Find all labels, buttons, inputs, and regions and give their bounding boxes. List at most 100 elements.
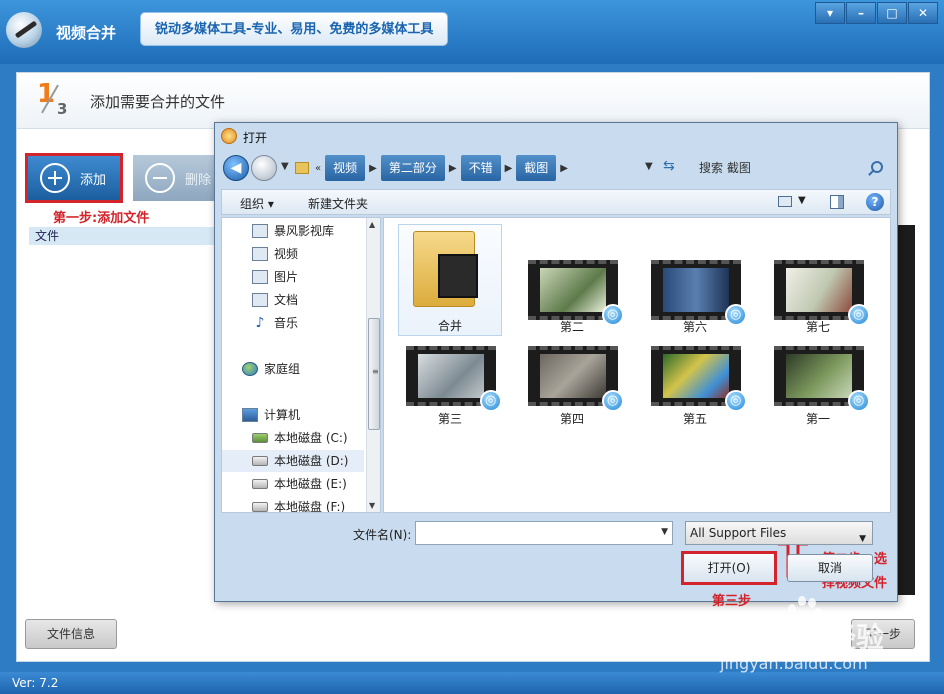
breadcrumb-segment[interactable]: 第二部分 — [380, 155, 445, 181]
scroll-down-icon[interactable]: ▼ — [369, 501, 375, 510]
open-button[interactable]: 打开(O) — [681, 551, 777, 585]
drive-icon — [252, 456, 268, 466]
filetype-select[interactable]: All Support Files ▼ — [685, 521, 873, 545]
video-file-item[interactable]: 第四 — [520, 310, 624, 426]
forward-arrow-icon[interactable] — [251, 155, 277, 181]
filename-label: 文件名(N): — [353, 528, 412, 542]
media-badge-icon — [848, 390, 870, 412]
nav-item-video[interactable]: 视频 — [252, 243, 380, 265]
chevron-right-icon[interactable]: ▶ — [449, 163, 457, 174]
breadcrumb-segment[interactable]: 截图 — [516, 155, 557, 181]
chevron-down-icon[interactable]: ▼ — [859, 528, 866, 550]
chevron-right-icon[interactable]: ▶ — [369, 163, 377, 174]
nav-scrollbar[interactable]: ▲ ≡ ▼ — [366, 218, 380, 512]
menu-dropdown-button[interactable]: ▾ — [815, 2, 845, 24]
music-icon: ♪ — [255, 315, 265, 331]
nav-item-drive-f[interactable]: 本地磁盘 (F:) — [252, 496, 380, 512]
app-small-icon — [221, 128, 237, 144]
drive-icon — [252, 502, 268, 512]
dialog-titlebar: 打开 — [215, 123, 897, 149]
picture-icon — [252, 270, 268, 284]
maximize-button[interactable]: □ — [877, 2, 907, 24]
help-icon[interactable]: ? — [866, 193, 884, 211]
nav-item-drive-d[interactable]: 本地磁盘 (D:) — [222, 450, 364, 472]
address-dropdown-icon[interactable]: ▼ — [645, 161, 653, 172]
dialog-title: 打开 — [243, 131, 268, 145]
recent-dropdown-icon[interactable]: ▼ — [281, 161, 289, 172]
minimize-button[interactable]: – — [846, 2, 876, 24]
paw-icon — [784, 594, 824, 638]
dialog-toolbar: 组织 ▾ 新建文件夹 ▼ ? — [221, 189, 891, 215]
breadcrumb-segment[interactable]: 视频 — [325, 155, 366, 181]
view-icon[interactable] — [778, 196, 792, 207]
window-controls: ▾ – □ ✕ — [815, 2, 938, 24]
nav-item-drive-c[interactable]: 本地磁盘 (C:) — [252, 427, 380, 449]
chevron-right-icon[interactable]: ▶ — [505, 163, 513, 174]
scroll-up-icon[interactable]: ▲ — [369, 220, 375, 229]
cancel-button[interactable]: 取消 — [787, 554, 873, 582]
minus-circle-icon — [145, 163, 175, 193]
step-total: 3 — [57, 100, 68, 118]
refresh-icon[interactable]: ⇆ — [663, 158, 675, 174]
close-button[interactable]: ✕ — [908, 2, 938, 24]
nav-item-music[interactable]: ♪ 音乐 — [252, 312, 380, 334]
nav-item-library[interactable]: 暴风影视库 — [252, 220, 380, 242]
chevron-down-icon[interactable]: ▼ — [661, 527, 668, 537]
nav-item-label: 计算机 — [264, 408, 301, 422]
nav-item-drive-e[interactable]: 本地磁盘 (E:) — [252, 473, 380, 495]
nav-item-computer[interactable]: 计算机 — [242, 404, 380, 426]
file-name: 第四 — [559, 412, 584, 426]
filename-field[interactable]: ▼ — [415, 521, 673, 545]
video-thumbnail — [406, 346, 502, 412]
document-icon — [252, 293, 268, 307]
drive-icon — [252, 479, 268, 489]
breadcrumb-segment[interactable]: 不错 — [460, 155, 501, 181]
step1-annotation: 第一步:添加文件 — [53, 211, 150, 226]
preview-pane-icon[interactable] — [830, 195, 844, 209]
homegroup-icon — [242, 362, 258, 376]
video-file-item[interactable]: 第五 — [643, 310, 747, 426]
video-thumbnail — [651, 346, 747, 412]
new-folder-button[interactable]: 新建文件夹 — [308, 195, 368, 212]
nav-item-label: 本地磁盘 (E:) — [274, 477, 347, 491]
app-title: 视频合并 — [56, 24, 117, 42]
scrollbar-thumb[interactable]: ≡ — [368, 318, 380, 430]
filetype-value: All Support Files — [690, 526, 787, 540]
nav-item-homegroup[interactable]: 家庭组 — [242, 358, 380, 380]
add-button-label: 添加 — [80, 172, 107, 188]
file-list-pane: 合并 第二 第六 第七 — [383, 217, 891, 591]
media-badge-icon — [602, 390, 624, 412]
media-badge-icon — [725, 390, 747, 412]
drive-c-icon — [252, 433, 268, 443]
watermark-url: jingyan.baidu.com — [720, 654, 868, 673]
open-file-dialog: 打开 ◀ ▼ « 视频 ▶ 第二部分 ▶ 不错 ▶ 截图 ▶ ▼ ⇆ 搜索 截图… — [214, 122, 898, 602]
search-input[interactable]: 搜索 截图 — [693, 155, 889, 181]
computer-icon — [242, 408, 258, 422]
breadcrumb[interactable]: « 视频 ▶ 第二部分 ▶ 不错 ▶ 截图 ▶ — [293, 154, 689, 182]
back-arrow-icon[interactable]: ◀ — [223, 155, 249, 181]
chevron-left-double-icon[interactable]: « — [315, 163, 321, 174]
nav-item-label: 本地磁盘 (C:) — [274, 431, 348, 445]
nav-item-label: 视频 — [274, 247, 299, 261]
search-placeholder: 搜索 截图 — [699, 161, 751, 175]
nav-item-label: 音乐 — [274, 316, 299, 330]
nav-item-pictures[interactable]: 图片 — [252, 266, 380, 288]
video-file-item[interactable]: 第三 — [398, 310, 502, 426]
file-info-button[interactable]: 文件信息 — [25, 619, 117, 649]
media-badge-icon — [480, 390, 502, 412]
search-icon[interactable] — [871, 161, 883, 173]
preview-panel — [897, 225, 915, 595]
chevron-right-icon[interactable]: ▶ — [560, 163, 568, 174]
view-dropdown-icon[interactable]: ▼ — [798, 195, 806, 206]
nav-item-label: 图片 — [274, 270, 299, 284]
video-thumbnail — [528, 346, 624, 412]
app-logo-icon — [6, 12, 42, 48]
organize-menu[interactable]: 组织 ▾ — [240, 195, 274, 212]
nav-item-documents[interactable]: 文档 — [252, 289, 380, 311]
nav-item-label: 文档 — [274, 293, 299, 307]
watermark-cn: 经验 — [828, 621, 885, 654]
film-icon — [438, 254, 478, 298]
video-file-item[interactable]: 第一 — [766, 310, 870, 426]
file-column-header[interactable]: 文件 — [29, 227, 219, 245]
add-button[interactable]: 添加 — [25, 153, 123, 203]
